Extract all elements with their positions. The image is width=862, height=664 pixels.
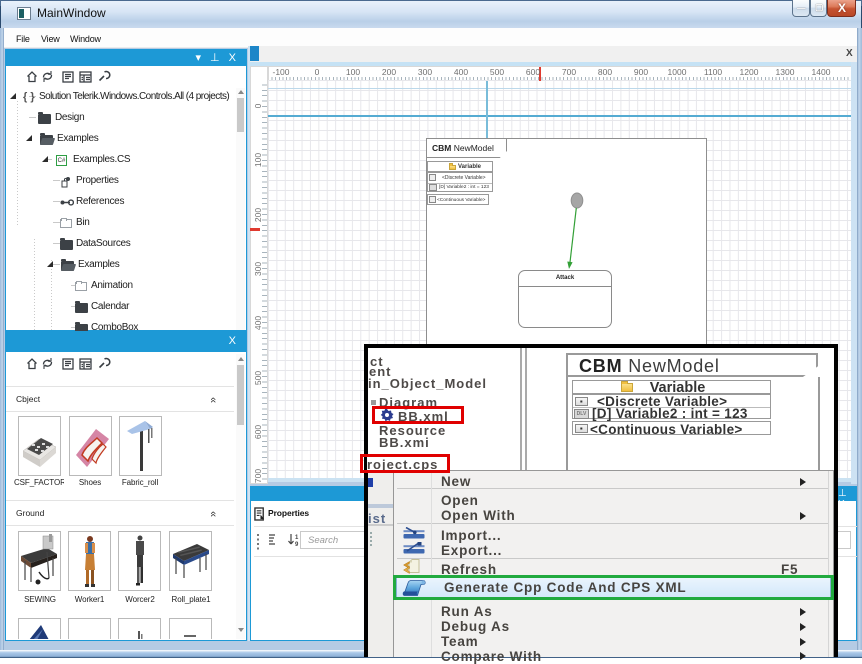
svg-text:9: 9 [295,542,299,548]
svg-text:1: 1 [295,535,299,541]
